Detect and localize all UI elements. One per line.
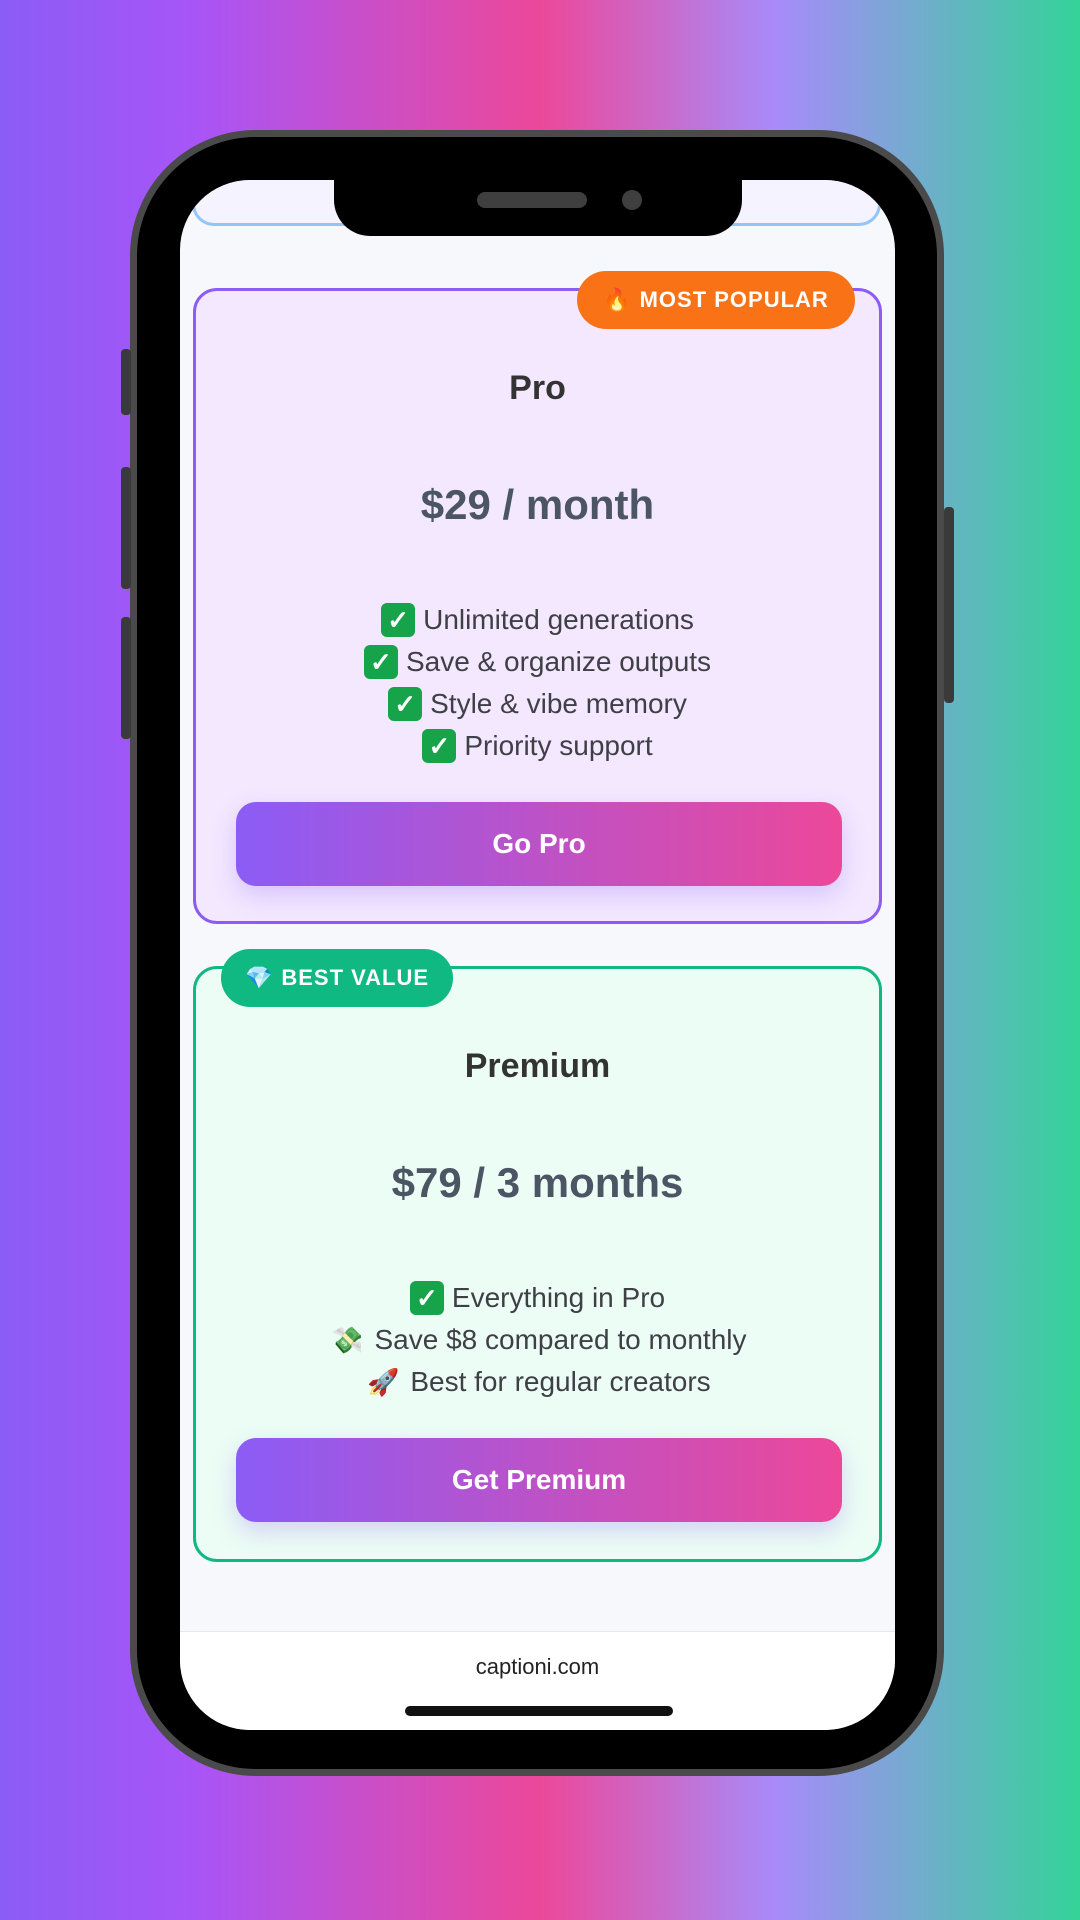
- mute-switch: [121, 349, 131, 415]
- power-button: [944, 507, 954, 703]
- check-icon: ✓: [409, 1281, 444, 1315]
- feature-list: ✓ Unlimited generations ✓ Save & organize …: [196, 599, 879, 767]
- check-icon: ✓: [388, 687, 423, 721]
- phone-screen: 🔥 MOST POPULAR Pro $29 / month ✓ Unlimite…: [180, 180, 895, 1730]
- fire-icon: 🔥: [603, 287, 632, 312]
- volume-down-button: [121, 617, 131, 739]
- plan-name: Premium: [464, 1047, 611, 1085]
- money-icon: 💸: [331, 1325, 364, 1355]
- site-url[interactable]: captioni.com: [180, 1654, 895, 1680]
- badge-label: BEST VALUE: [281, 965, 430, 990]
- go-pro-button[interactable]: Go Pro: [236, 802, 842, 886]
- plan-price: $79 / 3 months: [391, 1159, 684, 1206]
- get-premium-button[interactable]: Get Premium: [236, 1438, 842, 1522]
- feature-item: ✓ Save & organize outputs: [196, 641, 879, 683]
- gem-icon: 💎: [244, 965, 274, 990]
- volume-up-button: [121, 467, 131, 589]
- feature-item: ✓ Everything in Pro: [196, 1277, 879, 1319]
- badge-label: MOST POPULAR: [639, 287, 829, 312]
- feature-item: ✓ Style & vibe memory: [196, 683, 879, 725]
- feature-list: ✓ Everything in Pro 💸 Save $8 compared to …: [196, 1277, 879, 1403]
- plan-name: Pro: [509, 369, 566, 407]
- home-indicator[interactable]: [405, 1706, 673, 1716]
- most-popular-badge: 🔥 MOST POPULAR: [577, 271, 855, 329]
- premium-plan-card: 💎 BEST VALUE Premium $79 / 3 months ✓ Eve…: [193, 949, 882, 1562]
- notch: [334, 180, 742, 236]
- feature-item: 🚀 Best for regular creators: [196, 1361, 879, 1403]
- pro-plan-card: 🔥 MOST POPULAR Pro $29 / month ✓ Unlimite…: [193, 271, 882, 924]
- check-icon: ✓: [381, 603, 416, 637]
- front-camera: [622, 190, 642, 210]
- browser-footer: captioni.com: [180, 1631, 895, 1730]
- best-value-badge: 💎 BEST VALUE: [221, 949, 453, 1007]
- feature-item: ✓ Priority support: [196, 725, 879, 767]
- rocket-icon: 🚀: [367, 1367, 400, 1397]
- plan-price: $29 / month: [420, 481, 655, 528]
- feature-item: ✓ Unlimited generations: [196, 599, 879, 641]
- check-icon: ✓: [363, 645, 398, 679]
- speaker: [477, 192, 587, 208]
- feature-item: 💸 Save $8 compared to monthly: [196, 1319, 879, 1361]
- check-icon: ✓: [422, 729, 457, 763]
